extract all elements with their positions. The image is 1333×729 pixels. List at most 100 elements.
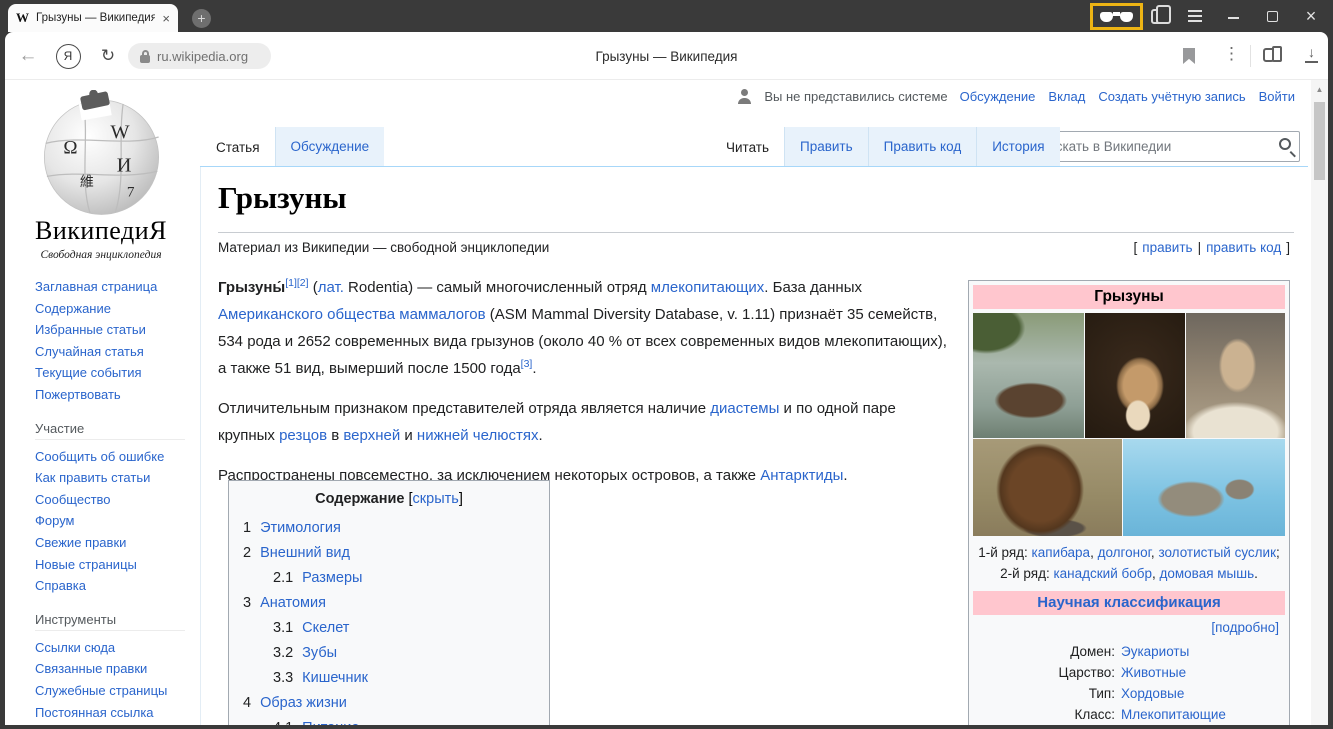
house-mouse-photo[interactable] <box>1123 439 1285 536</box>
sidebar-link[interactable]: Связанные правки <box>35 661 195 683</box>
close-icon[interactable]: × <box>1296 0 1326 32</box>
taxonomy-value-link[interactable]: Хордовые <box>1121 683 1285 704</box>
toc-item[interactable]: 1Этимология <box>243 516 535 541</box>
reference-link[interactable]: [3] <box>521 358 533 370</box>
refresh-icon[interactable]: ↻ <box>93 32 123 80</box>
incognito-glasses-icon[interactable] <box>1100 12 1133 22</box>
toc-link[interactable]: Размеры <box>302 570 362 586</box>
sidebar-link[interactable]: Избранные статьи <box>35 322 195 344</box>
toc-item[interactable]: 2Внешний вид <box>243 541 535 566</box>
details-link[interactable]: [подробно] <box>1211 620 1279 635</box>
sidebar-link[interactable]: Новые страницы <box>35 557 195 579</box>
wiki-search-input[interactable] <box>1035 131 1300 162</box>
inline-link[interactable]: Американского общества маммалогов <box>218 306 486 323</box>
sidebar-link[interactable]: Случайная статья <box>35 344 195 366</box>
sidebar-link[interactable]: Форум <box>35 513 195 535</box>
userbar-link[interactable]: Войти <box>1259 89 1295 104</box>
toc-item[interactable]: 3.1Скелет <box>243 616 535 641</box>
browser-tab[interactable]: W Грызуны — Википедия × <box>8 4 178 32</box>
inline-link[interactable]: долгоног <box>1098 545 1151 560</box>
reference-sup[interactable]: [2] <box>297 277 309 289</box>
inline-link[interactable]: лат. <box>318 279 344 296</box>
userbar-link[interactable]: Обсуждение <box>960 89 1036 104</box>
new-tab-button[interactable]: + <box>192 9 211 28</box>
capybara-photo[interactable] <box>973 313 1084 438</box>
collections-icon[interactable] <box>1263 46 1285 66</box>
toc-item[interactable]: 3.2Зубы <box>243 641 535 666</box>
toc-item[interactable]: 4Образ жизни <box>243 691 535 716</box>
inline-link[interactable]: резцов <box>279 427 327 444</box>
reference-sup[interactable]: [3] <box>521 358 533 370</box>
sidebar-link[interactable]: Сообщить об ошибке <box>35 449 195 471</box>
toc-link[interactable]: Внешний вид <box>260 545 350 561</box>
sidebar-link[interactable]: Как править статьи <box>35 470 195 492</box>
inline-link[interactable]: золотистый суслик <box>1158 545 1276 560</box>
wikipedia-globe-logo[interactable]: Ω W И 維 7 <box>38 90 165 217</box>
toc-item[interactable]: 3Анатомия <box>243 591 535 616</box>
sidebar-link[interactable]: Справка <box>35 578 195 600</box>
address-bar[interactable]: ru.wikipedia.org <box>128 43 271 69</box>
toc-link[interactable]: Анатомия <box>260 595 326 611</box>
page-tab[interactable]: Править код <box>868 127 977 166</box>
golden-squirrel-photo[interactable] <box>1186 313 1285 438</box>
toc-link[interactable]: Скелет <box>302 620 349 636</box>
reference-sup[interactable]: [1] <box>285 277 297 289</box>
edit-link[interactable]: править <box>1142 240 1192 255</box>
back-icon[interactable]: ← <box>13 32 43 80</box>
sidebar-link[interactable]: Постоянная ссылка <box>35 705 195 726</box>
springhare-photo[interactable] <box>1085 313 1185 438</box>
page-tab[interactable]: Статья <box>201 127 275 167</box>
inline-link[interactable]: капибара <box>1032 545 1091 560</box>
sidebar-link[interactable]: Текущие события <box>35 365 195 387</box>
sidebar-link[interactable]: Сообщество <box>35 492 195 514</box>
maximize-icon[interactable] <box>1257 0 1287 32</box>
userbar-link[interactable]: Создать учётную запись <box>1098 89 1245 104</box>
beaver-photo[interactable] <box>973 439 1122 536</box>
taxonomy-value-link[interactable]: Млекопитающие <box>1121 704 1285 725</box>
inline-link[interactable]: домовая мышь <box>1160 566 1255 581</box>
toc-link[interactable]: Питание <box>302 720 359 725</box>
download-icon[interactable]: ↓ <box>1305 45 1318 63</box>
reference-link[interactable]: [2] <box>297 277 309 289</box>
inline-link[interactable]: млекопитающих <box>651 279 765 296</box>
scroll-up-icon[interactable]: ▲ <box>1311 80 1328 94</box>
toc-hide-link[interactable]: скрыть <box>413 491 459 507</box>
sidebar-link[interactable]: Свежие правки <box>35 535 195 557</box>
minimize-icon[interactable] <box>1218 0 1248 32</box>
taxonomy-value-link[interactable]: Животные <box>1121 662 1285 683</box>
sidebar-link[interactable]: Содержание <box>35 301 195 323</box>
page-tab[interactable]: История <box>976 127 1059 166</box>
scrollbar-thumb[interactable] <box>1314 102 1325 180</box>
inline-link[interactable]: Антарктиды <box>760 467 843 484</box>
sidebar-link[interactable]: Заглавная страница <box>35 279 195 301</box>
sidebar-link[interactable]: Пожертвовать <box>35 387 195 409</box>
page-tab[interactable]: Править <box>784 127 868 166</box>
toc-item[interactable]: 4.1Питание <box>243 716 535 725</box>
inline-link[interactable]: диастемы <box>710 400 779 417</box>
userbar-link[interactable]: Вклад <box>1048 89 1085 104</box>
reference-link[interactable]: [1] <box>285 277 297 289</box>
sidebar-link[interactable]: Служебные страницы <box>35 683 195 705</box>
toc-item[interactable]: 2.1Размеры <box>243 566 535 591</box>
toc-link[interactable]: Этимология <box>260 520 341 536</box>
side-panel-icon[interactable] <box>1142 0 1172 32</box>
more-options-icon[interactable]: ⋮ <box>1223 44 1240 64</box>
bookmark-icon[interactable] <box>1183 48 1195 64</box>
toc-link[interactable]: Образ жизни <box>260 695 347 711</box>
scrollbar[interactable]: ▲ <box>1311 80 1328 725</box>
page-tab[interactable]: Читать <box>711 127 784 167</box>
classification-header[interactable]: Научная классификация <box>973 591 1285 615</box>
toc-item[interactable]: 3.3Кишечник <box>243 666 535 691</box>
inline-link[interactable]: верхней <box>343 427 400 444</box>
toc-link[interactable]: Кишечник <box>302 670 368 686</box>
inline-link[interactable]: нижней челюстях <box>417 427 539 444</box>
search-icon[interactable] <box>1279 138 1291 150</box>
menu-icon[interactable] <box>1180 0 1210 32</box>
inline-link[interactable]: канадский бобр <box>1053 566 1152 581</box>
sidebar-link[interactable]: Ссылки сюда <box>35 640 195 662</box>
page-tab[interactable]: Обсуждение <box>275 127 385 166</box>
toc-link[interactable]: Зубы <box>302 645 337 661</box>
edit-code-link[interactable]: править код <box>1206 240 1281 255</box>
tab-close-icon[interactable]: × <box>162 11 170 26</box>
taxonomy-value-link[interactable]: Эукариоты <box>1121 641 1285 662</box>
